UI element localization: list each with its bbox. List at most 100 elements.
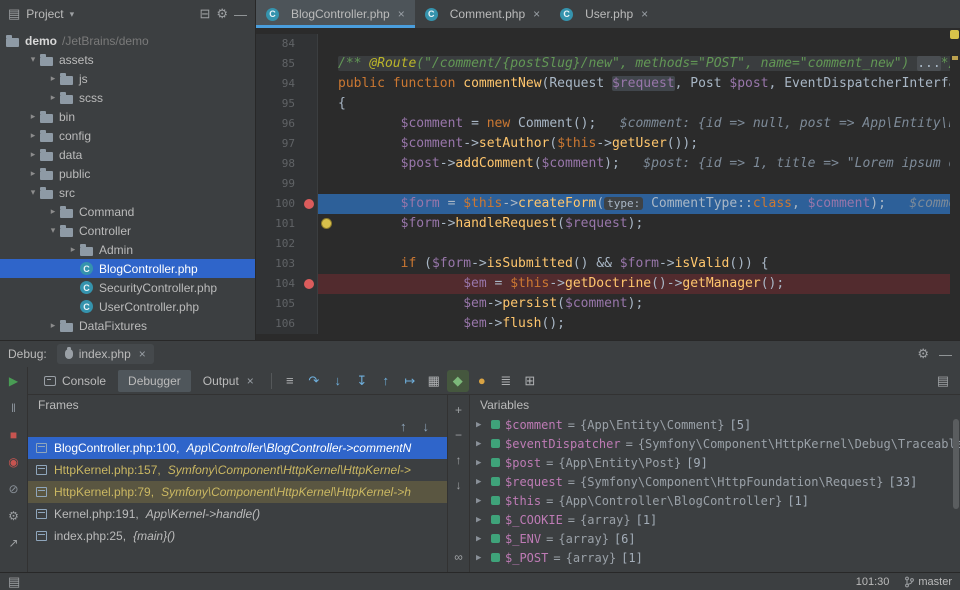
code-text[interactable]: $comment->setAuthor($this->getUser()); <box>338 134 960 154</box>
variable-row-post[interactable]: ▶ $post = {App\Entity\Post} [9] <box>470 453 960 472</box>
project-title[interactable]: Project <box>26 7 63 21</box>
variable-row-cookie[interactable]: ▶ $_COOKIE = {array} [1] <box>470 510 960 529</box>
code-text[interactable]: $em = $this->getDoctrine()->getManager()… <box>338 274 960 294</box>
frame-row-blogcontroller-php-100[interactable]: BlogController.php:100, App\Controller\B… <box>28 437 447 459</box>
tree-item-config[interactable]: ▸ config <box>0 126 255 145</box>
chevron-collapsed-icon[interactable]: ▶ <box>476 439 486 449</box>
variable-row-eventdispatcher[interactable]: ▶ $eventDispatcher = {Symfony\Component\Htt… <box>470 434 960 453</box>
step-into-icon[interactable]: ↓ <box>327 370 349 392</box>
debug-tab-debugger[interactable]: Debugger <box>118 369 191 392</box>
chevron-collapsed-icon[interactable]: ▸ <box>26 130 40 141</box>
add-watch-list-icon[interactable]: ⊞ <box>519 370 541 392</box>
close-icon[interactable]: × <box>139 347 146 361</box>
line-number[interactable]: 94 <box>256 74 302 94</box>
gutter-icons[interactable] <box>302 154 318 174</box>
close-icon[interactable]: × <box>398 7 405 21</box>
settings-icon[interactable]: ⚙ <box>216 6 228 22</box>
gutter-icons[interactable] <box>302 114 318 134</box>
move-watch-down-icon[interactable]: ↓ <box>456 478 462 492</box>
chevron-collapsed-icon[interactable]: ▶ <box>476 553 486 563</box>
chevron-collapsed-icon[interactable]: ▸ <box>26 168 40 179</box>
gutter-icons[interactable] <box>302 174 318 194</box>
chevron-collapsed-icon[interactable]: ▶ <box>476 420 486 430</box>
frame-row-httpkernel-php-79[interactable]: HttpKernel.php:79, Symfony\Component\Htt… <box>28 481 447 503</box>
variables-scrollbar[interactable] <box>953 419 959 509</box>
line-number[interactable]: 104 <box>256 274 302 294</box>
frame-up-icon[interactable]: ↑ <box>400 419 407 434</box>
chevron-collapsed-icon[interactable]: ▸ <box>66 244 80 255</box>
chevron-down-icon[interactable]: ▾ <box>70 9 75 20</box>
breakpoint-icon[interactable] <box>304 199 314 209</box>
code-text[interactable]: $form->handleRequest($request); <box>338 214 960 234</box>
run-to-cursor-icon[interactable]: ↦ <box>399 370 421 392</box>
tree-item-demo[interactable]: demo/JetBrains/demo <box>0 31 255 50</box>
editor-scrollbar[interactable] <box>950 28 960 340</box>
chevron-collapsed-icon[interactable]: ▸ <box>46 206 60 217</box>
code-text[interactable]: $em->flush(); <box>338 314 960 334</box>
tree-item-assets[interactable]: ▾ assets <box>0 50 255 69</box>
code-text[interactable]: $form = $this->createForm(type: CommentT… <box>338 194 960 214</box>
gutter-icons[interactable] <box>302 94 318 114</box>
code-text[interactable]: { <box>338 94 960 114</box>
code-text[interactable]: $comment = new Comment(); $comment: {id … <box>338 114 960 134</box>
pause-icon[interactable]: ‖ <box>11 402 16 414</box>
chevron-expanded-icon[interactable]: ▾ <box>26 54 40 65</box>
tree-item-securitycontroller-php[interactable]: C SecurityController.php <box>0 278 255 297</box>
frame-row-kernel-php-191[interactable]: Kernel.php:191, App\Kernel->handle() <box>28 503 447 525</box>
move-watch-up-icon[interactable]: ↑ <box>456 453 462 467</box>
intention-bulb-icon[interactable] <box>321 218 332 229</box>
folded-comment[interactable]: /** @Route("/comment/{postSlug}/new", me… <box>338 56 957 71</box>
line-number[interactable]: 100 <box>256 194 302 214</box>
show-watches-icon[interactable]: ≣ <box>495 370 517 392</box>
tree-item-blogcontroller-php[interactable]: C BlogController.php <box>0 259 255 278</box>
tool-window-toggle-icon[interactable]: ▤ <box>8 574 20 590</box>
code-text[interactable]: /** @Route("/comment/{postSlug}/new", me… <box>338 54 960 74</box>
gutter-icons[interactable] <box>302 234 318 254</box>
view-as-table-icon[interactable]: ▦ <box>423 370 445 392</box>
gutter-icons[interactable] <box>302 214 318 234</box>
code-text[interactable]: public function commentNew(Request $requ… <box>338 74 960 94</box>
line-number[interactable]: 97 <box>256 134 302 154</box>
chevron-collapsed-icon[interactable]: ▸ <box>46 92 60 103</box>
debug-hide-icon[interactable]: — <box>939 347 952 362</box>
gutter-icons[interactable] <box>302 134 318 154</box>
tree-item-controller[interactable]: ▾ Controller <box>0 221 255 240</box>
mute-breakpoints-icon[interactable]: ⊘ <box>8 483 18 495</box>
chevron-collapsed-icon[interactable]: ▶ <box>476 458 486 468</box>
variable-row-env[interactable]: ▶ $_ENV = {array} [6] <box>470 529 960 548</box>
debug-tab-output[interactable]: Output × <box>193 370 264 392</box>
tree-item-usercontroller-php[interactable]: C UserController.php <box>0 297 255 316</box>
chevron-collapsed-icon[interactable]: ▶ <box>476 515 486 525</box>
gutter-icons[interactable] <box>302 194 318 214</box>
editor-tab-user-php[interactable]: C User.php × <box>550 0 658 28</box>
code-text[interactable] <box>338 174 960 194</box>
line-number[interactable]: 95 <box>256 94 302 114</box>
frame-row-index-php-25[interactable]: index.php:25, {main}() <box>28 525 447 547</box>
frame-down-icon[interactable]: ↓ <box>423 419 430 434</box>
variable-row-comment[interactable]: ▶ $comment = {App\Entity\Comment} [5] <box>470 415 960 434</box>
gutter-icons[interactable] <box>302 254 318 274</box>
git-branch-widget[interactable]: master <box>905 576 952 588</box>
line-number[interactable]: 103 <box>256 254 302 274</box>
chevron-collapsed-icon[interactable]: ▸ <box>46 320 60 331</box>
stop-icon[interactable]: ■ <box>10 429 17 441</box>
breakpoint-icon[interactable] <box>304 279 314 289</box>
variable-row-request[interactable]: ▶ $request = {Symfony\Component\HttpFoundat… <box>470 472 960 491</box>
remove-watch-icon[interactable]: − <box>455 428 462 442</box>
pin-icon[interactable]: ↗ <box>8 537 18 549</box>
close-icon[interactable]: × <box>533 7 540 21</box>
editor-tab-blogcontroller-php[interactable]: C BlogController.php × <box>256 0 415 28</box>
gutter-icons[interactable] <box>302 54 318 74</box>
line-number[interactable]: 85 <box>256 54 302 74</box>
evaluate-arbitrary-icon[interactable]: ∞ <box>454 550 463 564</box>
line-number[interactable]: 98 <box>256 154 302 174</box>
tree-item-datafixtures[interactable]: ▸ DataFixtures <box>0 316 255 335</box>
collapse-all-icon[interactable]: ⊟ <box>199 6 210 22</box>
debug-settings-icon[interactable]: ⚙ <box>917 346 929 362</box>
threads-icon[interactable]: ≡ <box>279 370 301 392</box>
tree-item-admin[interactable]: ▸ Admin <box>0 240 255 259</box>
debug-tab-console[interactable]: Console <box>34 370 116 392</box>
tree-item-public[interactable]: ▸ public <box>0 164 255 183</box>
gutter-icons[interactable] <box>302 274 318 294</box>
code-text[interactable] <box>338 234 960 254</box>
